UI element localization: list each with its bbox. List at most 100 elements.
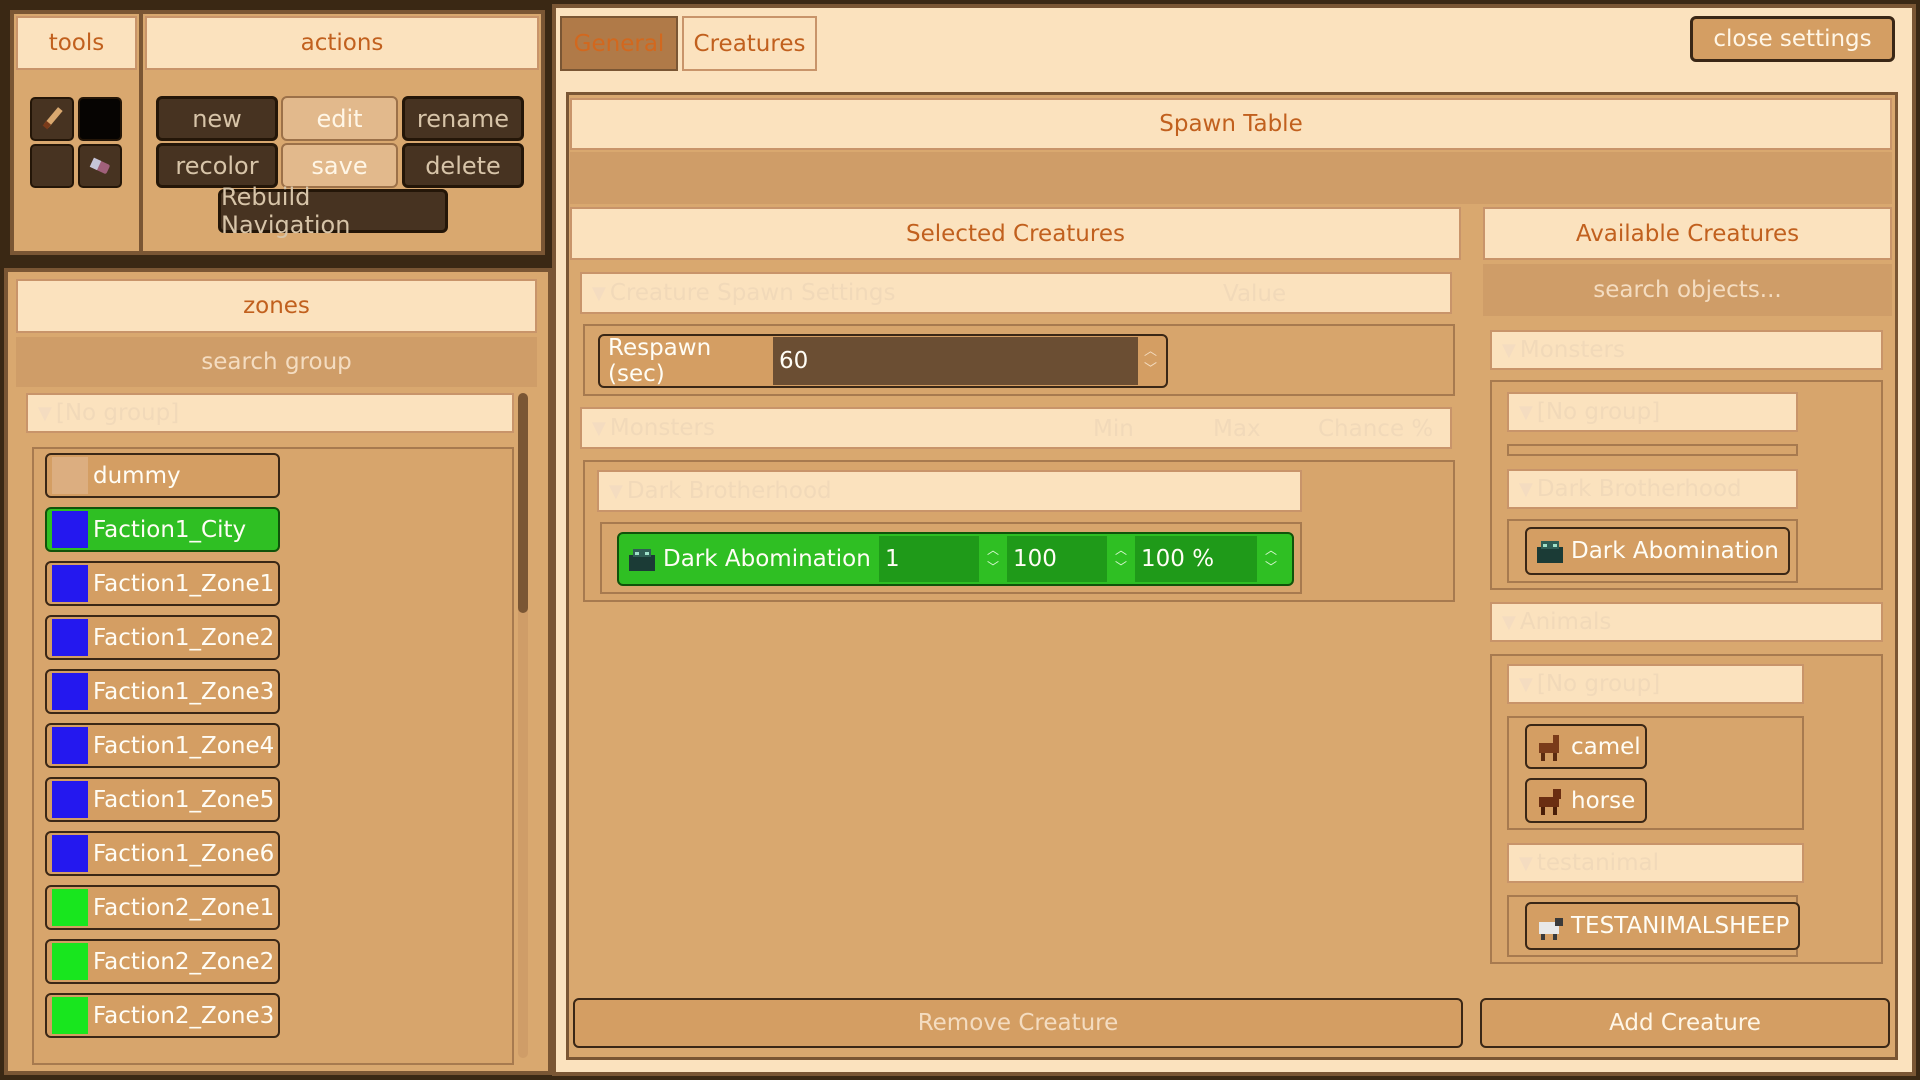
avail-dark-brotherhood-group[interactable]: ▼ Dark Brotherhood <box>1507 469 1798 509</box>
min-stepper[interactable]: ︿ ﹀ <box>979 542 1007 576</box>
zone-item[interactable]: Faction1_Zone3 <box>45 669 280 714</box>
selected-creature-row[interactable]: Dark Abomination 1 ︿ ﹀ 100 ︿ ﹀ 100 % ︿ ﹀ <box>617 532 1294 586</box>
creature-spawn-settings-label: Creature Spawn Settings <box>609 280 896 306</box>
collapse-triangle-icon: ▼ <box>38 402 52 424</box>
respawn-field: Respawn (sec) 60 ︿ ﹀ <box>598 334 1168 388</box>
zone-item[interactable]: Faction2_Zone1 <box>45 885 280 930</box>
zones-scrollbar-thumb[interactable] <box>518 393 528 613</box>
camel-icon <box>1539 734 1559 761</box>
zones-header: zones <box>16 279 537 333</box>
stepper-down-icon[interactable]: ﹀ <box>987 559 999 576</box>
avail-dark-abomination-label: Dark Abomination <box>1571 538 1779 564</box>
stepper-up-icon[interactable]: ︿ <box>987 542 999 559</box>
zone-color-swatch <box>52 889 88 926</box>
selected-creatures-header: Selected Creatures <box>570 207 1461 260</box>
tab-creatures[interactable]: Creatures <box>682 16 817 71</box>
zone-item[interactable]: Faction2_Zone2 <box>45 939 280 984</box>
zones-scrollbar[interactable] <box>518 393 528 1058</box>
new-button[interactable]: new <box>156 96 278 141</box>
stepper-up-icon[interactable]: ︿ <box>1265 542 1277 559</box>
zone-item[interactable]: Faction1_City <box>45 507 280 552</box>
collapse-triangle-icon: ▼ <box>592 417 606 439</box>
zone-item-label: Faction1_Zone4 <box>93 732 275 759</box>
zone-item[interactable]: Faction1_Zone2 <box>45 615 280 660</box>
min-input[interactable]: 1 <box>879 536 979 582</box>
zone-color-swatch <box>52 943 88 980</box>
empty-tool[interactable] <box>30 144 74 188</box>
zone-item[interactable]: Faction1_Zone5 <box>45 777 280 822</box>
chance-input[interactable]: 100 % <box>1135 536 1257 582</box>
zone-item-label: dummy <box>93 462 181 489</box>
avail-testanimalsheep-button[interactable]: TESTANIMALSHEEP <box>1525 902 1800 950</box>
avail-animals-label: Animals <box>1519 609 1612 635</box>
remove-creature-button[interactable]: Remove Creature <box>573 998 1463 1048</box>
chance-stepper[interactable]: ︿ ﹀ <box>1257 542 1285 576</box>
add-creature-button[interactable]: Add Creature <box>1480 998 1890 1048</box>
tab-general[interactable]: General <box>560 16 678 71</box>
collapse-triangle-icon: ▼ <box>1519 478 1533 500</box>
zones-group-header[interactable]: ▼ [No group] <box>26 393 514 433</box>
avail-dark-abomination-button[interactable]: Dark Abomination <box>1525 527 1790 575</box>
respawn-input[interactable]: 60 <box>773 337 1138 385</box>
dark-brotherhood-group[interactable]: ▼ Dark Brotherhood <box>597 470 1302 512</box>
max-stepper[interactable]: ︿ ﹀ <box>1107 542 1135 576</box>
avail-dark-brotherhood-label: Dark Brotherhood <box>1536 476 1742 502</box>
collapse-triangle-icon: ▼ <box>1519 852 1533 874</box>
spawn-table-header: Spawn Table <box>570 98 1892 150</box>
avail-no-group[interactable]: ▼ [No group] <box>1507 392 1798 432</box>
avail-no-group-label: [No group] <box>1536 399 1661 425</box>
min-column-header: Min <box>1093 416 1134 442</box>
monsters-group-label: Monsters <box>609 415 715 441</box>
respawn-label: Respawn (sec) <box>608 335 712 387</box>
zone-item-label: Faction1_Zone3 <box>93 678 275 705</box>
close-settings-button[interactable]: close settings <box>1690 16 1895 62</box>
edit-button[interactable]: edit <box>281 96 398 141</box>
collapse-triangle-icon: ▼ <box>592 282 606 304</box>
zone-item[interactable]: dummy <box>45 453 280 498</box>
avail-no-group-empty <box>1507 444 1798 456</box>
horse-icon <box>1539 788 1561 815</box>
zone-color-swatch <box>52 673 88 710</box>
respawn-stepper[interactable]: ︿ ﹀ <box>1138 343 1163 379</box>
avail-testanimal-group[interactable]: ▼ testanimal <box>1507 843 1804 883</box>
zones-group-label: [No group] <box>55 400 180 426</box>
avail-horse-button[interactable]: horse <box>1525 778 1647 823</box>
dark-abomination-icon <box>1537 541 1563 563</box>
stepper-down-icon[interactable]: ﹀ <box>1115 559 1127 576</box>
rebuild-navigation-button[interactable]: Rebuild Navigation <box>218 183 448 239</box>
save-button[interactable]: save <box>281 143 398 188</box>
recolor-button[interactable]: recolor <box>156 143 278 188</box>
black-color-tool[interactable] <box>78 97 122 141</box>
avail-animals-no-group[interactable]: ▼ [No group] <box>1507 664 1804 704</box>
zone-color-swatch <box>52 835 88 872</box>
creature-spawn-settings-group[interactable]: ▼ Creature Spawn Settings <box>580 272 1452 314</box>
stepper-down-icon[interactable]: ﹀ <box>1265 559 1277 576</box>
available-creatures-header: Available Creatures <box>1483 207 1892 260</box>
zone-item-label: Faction2_Zone2 <box>93 948 275 975</box>
pencil-tool[interactable] <box>30 97 74 141</box>
dark-abomination-icon <box>629 549 655 571</box>
eraser-tool[interactable] <box>78 144 122 188</box>
avail-camel-button[interactable]: camel <box>1525 724 1647 769</box>
stepper-down-icon[interactable]: ﹀ <box>1144 361 1157 379</box>
avail-monsters-group[interactable]: ▼ Monsters <box>1490 330 1883 370</box>
zone-color-swatch <box>52 511 88 548</box>
rename-button[interactable]: rename <box>402 96 524 141</box>
delete-button[interactable]: delete <box>402 143 524 188</box>
zone-item[interactable]: Faction1_Zone4 <box>45 723 280 768</box>
zone-item-label: Faction2_Zone3 <box>93 1002 275 1029</box>
collapse-triangle-icon: ▼ <box>1519 673 1533 695</box>
max-input[interactable]: 100 <box>1007 536 1107 582</box>
zone-item[interactable]: Faction1_Zone6 <box>45 831 280 876</box>
collapse-triangle-icon: ▼ <box>1502 611 1516 633</box>
stepper-up-icon[interactable]: ︿ <box>1115 542 1127 559</box>
zone-item[interactable]: Faction2_Zone3 <box>45 993 280 1038</box>
zone-color-swatch <box>52 727 88 764</box>
available-search-input[interactable] <box>1483 264 1892 316</box>
zone-item[interactable]: Faction1_Zone1 <box>45 561 280 606</box>
stepper-up-icon[interactable]: ︿ <box>1144 343 1157 361</box>
avail-animals-group[interactable]: ▼ Animals <box>1490 602 1883 642</box>
collapse-triangle-icon: ▼ <box>1519 401 1533 423</box>
zones-search-input[interactable] <box>16 337 537 387</box>
avail-testanimalsheep-label: TESTANIMALSHEEP <box>1571 913 1790 939</box>
